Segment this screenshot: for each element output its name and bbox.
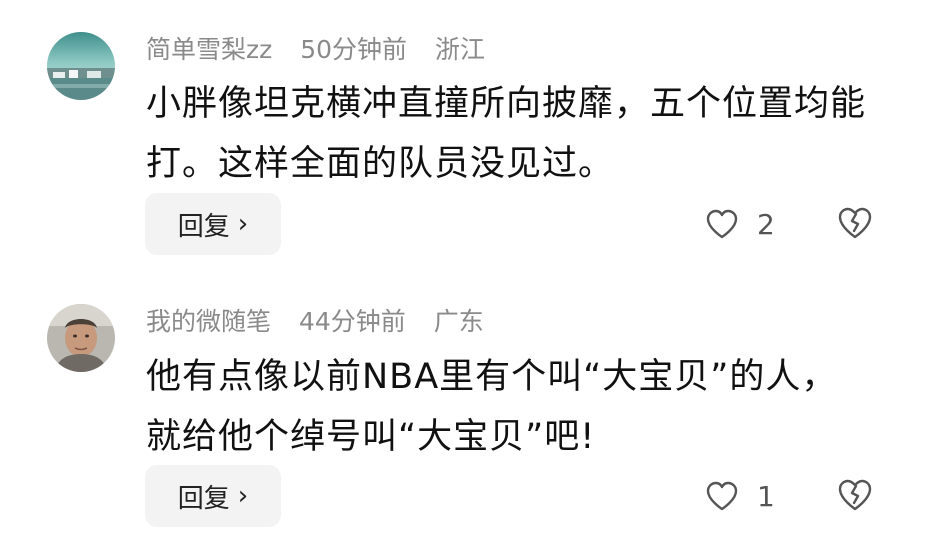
broken-heart-icon [838, 207, 872, 239]
like-button[interactable]: 1 [705, 476, 775, 516]
comment-item: 我的微随笔 44分钟前 广东 他有点像以前NBA里有个叫“大宝贝”的人，就给他个… [0, 280, 928, 550]
portrait-avatar-image [47, 304, 115, 372]
dislike-button[interactable] [836, 477, 874, 513]
like-count: 2 [757, 207, 775, 241]
like-button[interactable]: 2 [705, 204, 775, 244]
location: 广东 [433, 307, 484, 336]
chevron-right-icon: › [237, 209, 249, 239]
avatar[interactable] [47, 32, 115, 100]
landscape-avatar-image [47, 32, 115, 100]
chevron-right-icon: › [237, 481, 249, 511]
broken-heart-icon [838, 479, 872, 511]
username[interactable]: 简单雪梨zz [146, 35, 272, 64]
username[interactable]: 我的微随笔 [146, 307, 271, 336]
reply-label: 回复 [177, 211, 230, 242]
location: 浙江 [434, 35, 485, 64]
reply-label: 回复 [177, 483, 230, 514]
timestamp: 50分钟前 [300, 35, 408, 64]
reply-button[interactable]: 回复 › [145, 193, 281, 255]
like-count: 1 [757, 479, 775, 513]
heart-outline-icon [706, 481, 738, 511]
comment-meta: 我的微随笔 44分钟前 广东 [146, 305, 504, 339]
avatar[interactable] [47, 304, 115, 372]
dislike-button[interactable] [836, 205, 874, 241]
reply-button[interactable]: 回复 › [145, 465, 281, 527]
heart-outline-icon [706, 209, 738, 239]
comment-text: 小胖像坦克横冲直撞所向披靡，五个位置均能打。这样全面的队员没见过。 [146, 84, 867, 184]
comment-meta: 简单雪梨zz 50分钟前 浙江 [146, 33, 505, 67]
timestamp: 44分钟前 [298, 307, 406, 336]
comment-item: 简单雪梨zz 50分钟前 浙江 小胖像坦克横冲直撞所向披靡，五个位置均能打。这样… [0, 0, 928, 270]
comment-text: 他有点像以前NBA里有个叫“大宝贝”的人，就给他个绰号叫“大宝贝”吧! [146, 357, 838, 457]
